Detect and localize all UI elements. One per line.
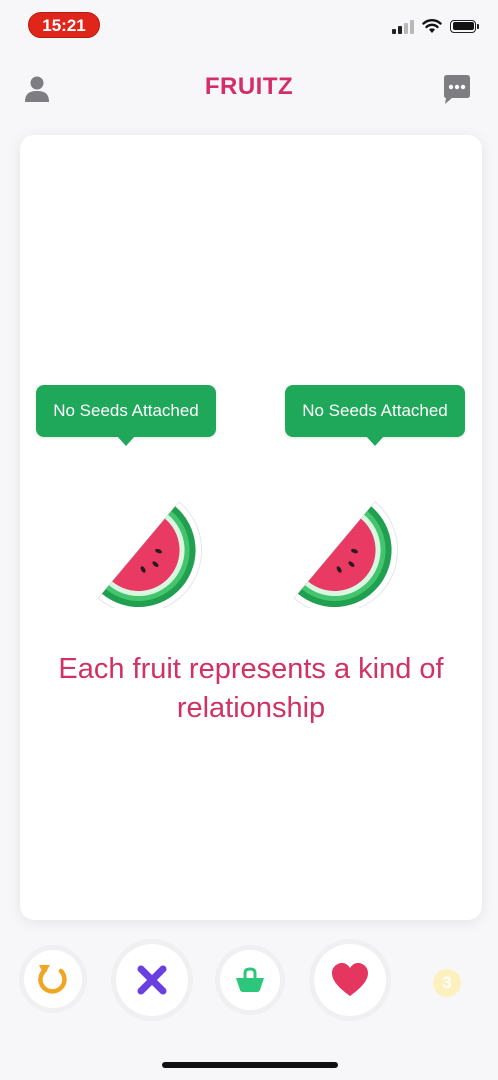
onboarding-card[interactable]: No Seeds Attached No Seeds Attached Each… xyxy=(20,135,482,920)
heart-icon xyxy=(332,963,368,996)
status-icons xyxy=(392,16,479,36)
rewind-button[interactable] xyxy=(24,950,82,1008)
boost-badge-icon: 3 xyxy=(433,969,461,997)
basket-button[interactable] xyxy=(220,950,280,1010)
home-indicator[interactable] xyxy=(162,1062,338,1068)
wifi-icon xyxy=(422,19,442,33)
status-bar: 15:21 xyxy=(0,0,498,50)
rewind-icon xyxy=(38,965,67,994)
app-header: FRUITZ xyxy=(0,60,498,116)
fruit-tooltip-left: No Seeds Attached xyxy=(36,385,216,446)
watermelon-icon xyxy=(293,501,399,608)
cellular-signal-icon xyxy=(392,18,414,34)
status-time: 15:21 xyxy=(28,12,100,38)
battery-icon xyxy=(450,19,479,33)
boost-button[interactable]: 3 xyxy=(420,956,474,1010)
chat-icon xyxy=(444,75,470,104)
app-title: FRUITZ xyxy=(204,73,294,100)
fruit-tooltip-right: No Seeds Attached xyxy=(285,385,465,446)
x-icon xyxy=(137,965,167,995)
basket-icon xyxy=(236,967,264,992)
chat-button[interactable] xyxy=(440,72,474,106)
like-button[interactable] xyxy=(314,944,386,1016)
nope-button[interactable] xyxy=(116,944,188,1016)
card-caption: Each fruit represents a kind of relation… xyxy=(58,653,444,724)
action-bar: 3 xyxy=(0,940,498,1030)
watermelon-icon xyxy=(97,501,203,608)
